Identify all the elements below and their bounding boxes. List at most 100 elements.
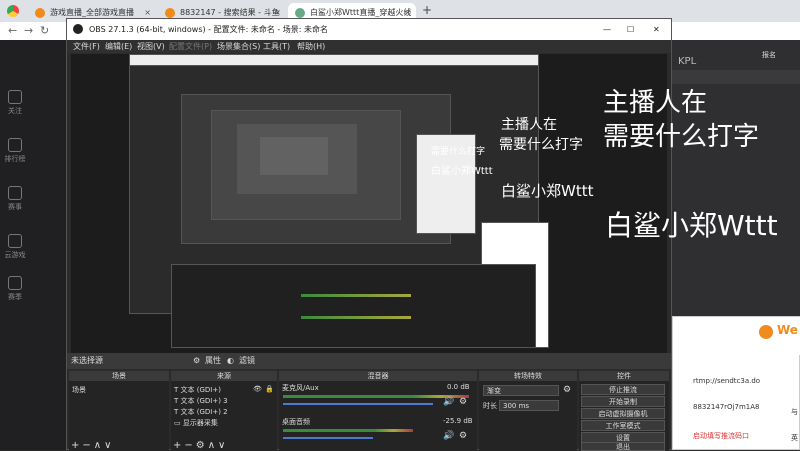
overlay-text-1-tiny: 需要什么打字 [431, 147, 486, 157]
preview-canvas[interactable]: 主播人在 需要什么打字 白鲨小郑Wttt 主播人在 需要什么打字 白鲨小郑Wtt… [71, 54, 778, 354]
nested-meter [301, 294, 411, 297]
douyu-logo-icon [759, 325, 773, 339]
kpl-label[interactable]: KPL [678, 56, 696, 67]
dock-title: 控件 [579, 371, 669, 381]
filters-button[interactable]: 滤镜 [239, 353, 255, 369]
overlay-text-2-tiny: 白鲨小郑Wttt [431, 166, 493, 177]
menu-file[interactable]: 文件(F) [73, 40, 100, 53]
stream-warning: 启动填写推流码口 [693, 432, 749, 440]
menu-edit[interactable]: 编辑(E) [105, 40, 132, 53]
signup-badge[interactable]: 报名 [762, 50, 776, 60]
properties-button[interactable]: 属性 [205, 353, 221, 369]
eye-icon[interactable]: 👁 [253, 385, 262, 393]
source-item[interactable]: ▭ 显示器采集 [174, 418, 218, 428]
transitions-dock: 转场特效 渐变 ⚙ 时长 300 ms [479, 371, 577, 451]
nested-capture-1-titlebar [129, 54, 539, 66]
reload-icon[interactable]: ↻ [40, 24, 49, 37]
back-icon[interactable]: ← [8, 24, 17, 37]
source-item[interactable]: T 文本 (GDI+) 3 [174, 396, 228, 406]
stream-url-field[interactable]: rtmp://sendtc3a.do [693, 377, 760, 385]
overlay-text-2-small: 白鲨小郑Wttt [501, 182, 594, 200]
source-item[interactable]: T 文本 (GDI+) [174, 385, 221, 395]
trophy-icon [8, 186, 22, 200]
sidebar-item-cloud[interactable]: 云游戏 [0, 234, 30, 260]
sidebar-item-match[interactable]: 赛事 [0, 186, 30, 212]
source-item[interactable]: T 文本 (GDI+) 2 [174, 407, 228, 417]
volume-slider[interactable] [283, 403, 433, 405]
overlay-text-1-line1[interactable]: 主播人在 [603, 82, 707, 119]
tab-label: 白鲨小郑Wttt直播_穿越火线 [310, 8, 412, 17]
source-toolbar: 未选择源 ⚙ 属性 ◐ 滤镜 [67, 353, 671, 369]
maximize-icon[interactable]: ☐ [627, 19, 634, 40]
gear-icon[interactable]: ⚙ [459, 431, 467, 441]
obs-window: OBS 27.1.3 (64-bit, windows) - 配置文件: 未命名… [66, 18, 778, 451]
menu-help[interactable]: 帮助(H) [297, 40, 325, 53]
source-controls[interactable]: +−⚙∧∨ [173, 440, 228, 451]
nested-meter [301, 316, 411, 319]
option-2[interactable]: 英 [791, 433, 798, 443]
cup-icon [8, 276, 22, 290]
heart-icon [8, 90, 22, 104]
new-tab-button[interactable]: + [422, 3, 432, 17]
overlay-text-1-small-line1: 主播人在 [501, 117, 557, 133]
menu-tools[interactable]: 工具(T) [263, 40, 290, 53]
brand-text: We [777, 323, 798, 337]
start-recording-button[interactable]: 开始录制 [581, 396, 665, 407]
sources-dock: 来源 T 文本 (GDI+) T 文本 (GDI+) 3 T 文本 (GDI+)… [171, 371, 277, 451]
douyu-icon [35, 8, 45, 18]
douyu-icon [165, 8, 175, 18]
speaker-icon[interactable]: 🔊 [443, 431, 454, 441]
stream-panel-header: We [751, 317, 800, 355]
stop-streaming-button[interactable]: 停止推流 [581, 384, 665, 395]
gamepad-icon [8, 234, 22, 248]
volume-slider[interactable] [283, 437, 373, 439]
scene-item[interactable]: 场景 [72, 385, 86, 395]
mixer-channel-db: 0.0 dB [447, 383, 470, 391]
tab-label: 8832147 - 搜索结果 - 斗鱼 [180, 8, 280, 17]
stream-key-field[interactable]: 8832147rOj7m1A8 [693, 403, 759, 411]
menu-scene-collection[interactable]: 场景集合(S) [217, 40, 260, 53]
obs-logo-icon [73, 24, 83, 34]
sidebar-item-season[interactable]: 赛季 [0, 276, 30, 302]
overlay-text-2[interactable]: 白鲨小郑Wttt [605, 204, 778, 244]
gear-icon[interactable]: ⚙ [459, 397, 467, 407]
browser-logo-icon [7, 5, 19, 17]
studio-mode-button[interactable]: 工作室模式 [581, 420, 665, 431]
gear-icon[interactable]: ⚙ [193, 353, 200, 369]
scene-controls[interactable]: +−∧∨ [71, 440, 114, 451]
forward-icon[interactable]: → [24, 24, 33, 37]
nested-capture-5 [259, 136, 329, 176]
window-title: OBS 27.1.3 (64-bit, windows) - 配置文件: 未命名… [89, 25, 329, 34]
shield-icon [295, 8, 305, 18]
dock-title: 转场特效 [479, 371, 577, 381]
mixer-channel-db: -25.9 dB [443, 417, 473, 425]
menu-profile[interactable]: 配置文件(P) [169, 40, 212, 53]
dock-title: 来源 [171, 371, 277, 381]
obs-menubar: 文件(F) 编辑(E) 视图(V) 配置文件(P) 场景集合(S) 工具(T) … [67, 40, 671, 53]
virtual-camera-button[interactable]: 启动虚拟摄像机 [581, 408, 665, 419]
close-icon[interactable]: ✕ [653, 19, 660, 40]
speaker-icon[interactable]: 🔊 [443, 397, 454, 407]
tab-label: 游戏直播_全部游戏直播 [50, 8, 134, 17]
mixer-channel-name: 桌面音频 [282, 418, 310, 426]
sidebar-item-rank[interactable]: 排行榜 [0, 138, 30, 164]
option-1[interactable]: 与 [791, 407, 798, 417]
duration-field[interactable]: 300 ms [499, 400, 559, 411]
dock-title: 混音器 [279, 371, 477, 381]
menu-view[interactable]: 视图(V) [137, 40, 165, 53]
lock-icon[interactable]: 🔒 [265, 385, 274, 393]
obs-titlebar: OBS 27.1.3 (64-bit, windows) - 配置文件: 未命名… [67, 19, 671, 40]
dock-title: 场景 [69, 371, 169, 381]
chart-icon [8, 138, 22, 152]
mixer-channel-name: 麦克风/Aux [282, 384, 319, 392]
gear-icon[interactable]: ⚙ [563, 385, 571, 395]
filter-icon[interactable]: ◐ [227, 353, 234, 369]
overlay-text-1-line2[interactable]: 需要什么打字 [603, 116, 759, 153]
audio-meter [283, 429, 413, 432]
nested-obs-docks [171, 264, 536, 348]
no-source-label: 未选择源 [71, 356, 103, 365]
transition-select[interactable]: 渐变 [483, 385, 559, 396]
audio-meter [283, 395, 469, 398]
minimize-icon[interactable]: — [603, 19, 611, 40]
sidebar-item-follow[interactable]: 关注 [0, 90, 30, 116]
